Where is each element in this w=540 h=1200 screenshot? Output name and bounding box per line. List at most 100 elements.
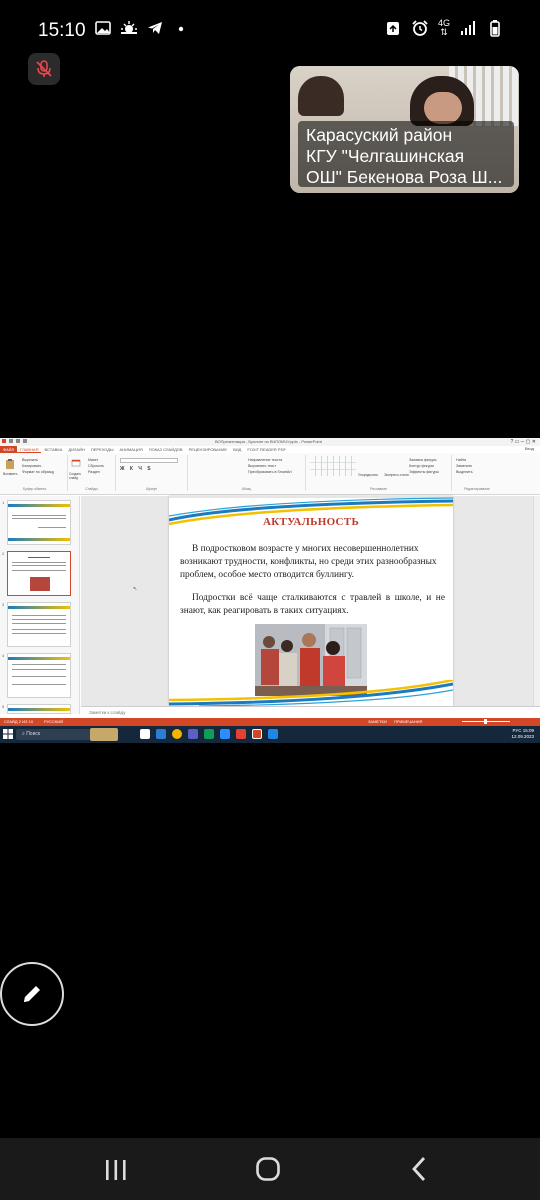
notes-toggle[interactable]: ЗАМЕТКИ bbox=[368, 718, 387, 726]
battery-icon bbox=[490, 20, 500, 37]
home-icon[interactable] bbox=[255, 1156, 281, 1182]
telegram-icon bbox=[148, 22, 162, 34]
tab-home[interactable]: ГЛАВНАЯ bbox=[17, 446, 42, 453]
zoom-icon[interactable] bbox=[220, 729, 230, 739]
paste-button[interactable]: Вставить bbox=[3, 472, 17, 476]
signal-icon bbox=[461, 21, 475, 35]
shape-effects-button[interactable]: Эффекты фигуры bbox=[409, 469, 439, 475]
thumbnail-text-line bbox=[12, 669, 66, 670]
back-icon[interactable] bbox=[410, 1156, 428, 1182]
thumbnail-number: 4 bbox=[2, 653, 5, 658]
thumbnail-number: 5 bbox=[2, 704, 5, 709]
thumbnail-number: 1 bbox=[2, 500, 5, 505]
powerpoint-taskbar-icon[interactable] bbox=[252, 729, 262, 739]
taskbar-weather-widget[interactable] bbox=[90, 728, 118, 741]
teams-icon[interactable] bbox=[188, 729, 198, 739]
ribbon-group-paragraph: Направление текста Выровнять текст Преоб… bbox=[188, 455, 306, 491]
tray-time: 15:09 bbox=[522, 728, 534, 733]
paste-icon[interactable] bbox=[5, 458, 15, 470]
participant-name: Карасуский район КГУ "Челгашинская ОШ" Б… bbox=[306, 125, 503, 187]
slide-thumbnail-selected[interactable] bbox=[7, 551, 71, 596]
slide-paragraph: В подростковом возрасте у многих несовер… bbox=[180, 544, 437, 580]
tab-design[interactable]: ДИЗАЙН bbox=[65, 446, 87, 453]
powerpoint-titlebar: ВОПрезентация - Буллинг по ВЧПОМЧУ.pptx … bbox=[0, 438, 540, 446]
alarm-icon bbox=[412, 20, 428, 36]
thumbnail-text-line bbox=[12, 664, 66, 665]
tab-animation[interactable]: АНИМАЦИЯ bbox=[117, 446, 146, 453]
quick-styles-button[interactable]: Экспресс-стили bbox=[384, 473, 409, 477]
zoom-slider-knob[interactable] bbox=[484, 719, 487, 724]
thumbnail-number: 2 bbox=[2, 551, 5, 556]
pdf-icon[interactable] bbox=[236, 729, 246, 739]
recents-icon[interactable] bbox=[103, 1158, 129, 1182]
new-slide-icon[interactable] bbox=[71, 458, 81, 470]
group-label: Абзац bbox=[241, 487, 252, 491]
tab-insert[interactable]: ВСТАВКА bbox=[41, 446, 65, 453]
slide-thumbnail[interactable] bbox=[7, 704, 71, 714]
edge-icon[interactable] bbox=[156, 729, 166, 739]
windows-taskbar: ⌕ Поиск РУС 15:09 12.09.2023 bbox=[0, 726, 540, 743]
ribbon-tabs: ФАЙЛ ГЛАВНАЯ ВСТАВКА ДИЗАЙН ПЕРЕХОДЫ АНИ… bbox=[0, 446, 540, 453]
tab-slideshow[interactable]: ПОКАЗ СЛАЙДОВ bbox=[146, 446, 186, 453]
slide-notes[interactable]: Заметки к слайду bbox=[81, 706, 540, 718]
annotate-button[interactable] bbox=[0, 962, 64, 1026]
tab-transitions[interactable]: ПЕРЕХОДЫ bbox=[88, 446, 117, 453]
image-icon bbox=[95, 21, 111, 35]
new-slide-button[interactable]: Создать слайд bbox=[69, 472, 85, 480]
format-painter-button[interactable]: Формат по образцу bbox=[22, 469, 54, 475]
task-view-icon[interactable] bbox=[140, 729, 150, 739]
tab-view[interactable]: ВИД bbox=[230, 446, 244, 453]
tab-foxit[interactable]: FOXIT READER PDF bbox=[244, 446, 289, 453]
group-label: Слайды bbox=[85, 487, 98, 491]
participant-figure bbox=[298, 76, 344, 116]
undo-icon[interactable] bbox=[16, 439, 20, 443]
comments-toggle[interactable]: ПРИМЕЧАНИЯ bbox=[394, 718, 422, 726]
thumbnail-band bbox=[8, 504, 70, 507]
save-icon[interactable] bbox=[9, 439, 13, 443]
slide-thumbnail[interactable] bbox=[7, 653, 71, 698]
sign-in-link[interactable]: Вход bbox=[525, 446, 534, 451]
section-button[interactable]: Раздел bbox=[88, 469, 104, 475]
thumbnail-text-line bbox=[12, 684, 66, 685]
window-title: ВОПрезентация - Буллинг по ВЧПОМЧУ.pptx … bbox=[215, 439, 322, 444]
tab-file[interactable]: ФАЙЛ bbox=[0, 446, 18, 453]
current-slide[interactable]: АКТУАЛЬНОСТЬ В подростковом возрасте у м… bbox=[169, 496, 453, 706]
participant-name-box: Карасуский район КГУ "Челгашинская ОШ" Б… bbox=[298, 121, 514, 187]
thumbnail-text-line bbox=[12, 518, 66, 519]
4g-icon: 4G ⇅ bbox=[438, 19, 450, 37]
thumbnail-text-line bbox=[12, 515, 66, 516]
slide-thumbnail[interactable] bbox=[7, 500, 71, 545]
group-label: Буфер обмена bbox=[22, 487, 47, 491]
slide-thumbnail[interactable] bbox=[7, 602, 71, 647]
ribbon-group-editing: Найти Заменить Выделить Редактирование bbox=[452, 455, 502, 491]
font-style-buttons[interactable]: Ж К Ч S bbox=[120, 466, 153, 472]
smartart-button[interactable]: Преобразовать в SmartArt bbox=[248, 469, 292, 475]
chrome-icon[interactable] bbox=[172, 729, 182, 739]
select-button[interactable]: Выделить bbox=[456, 469, 473, 475]
redo-icon[interactable] bbox=[23, 439, 27, 443]
system-tray[interactable]: РУС 15:09 12.09.2023 bbox=[511, 728, 534, 740]
tray-language: РУС bbox=[512, 728, 522, 733]
participant-video-tile[interactable]: Карасуский район КГУ "Челгашинская ОШ" Б… bbox=[290, 66, 519, 193]
ribbon-group-font: Ж К Ч S Шрифт bbox=[116, 455, 188, 491]
mic-muted-button[interactable] bbox=[28, 53, 60, 85]
thumbnail-text-line bbox=[12, 619, 66, 620]
status-left-icons bbox=[94, 19, 190, 37]
slide-canvas: АКТУАЛЬНОСТЬ В подростковом возрасте у м… bbox=[81, 496, 533, 706]
thumbnail-text-line bbox=[12, 570, 66, 571]
ribbon-group-drawing: Упорядочить Экспресс-стили Заливка фигур… bbox=[306, 455, 452, 491]
tray-date: 12.09.2023 bbox=[511, 734, 534, 739]
arrange-button[interactable]: Упорядочить bbox=[358, 473, 378, 477]
app-icon[interactable] bbox=[204, 729, 214, 739]
window-controls[interactable]: ? ▭ ─ ▢ ✕ bbox=[510, 439, 536, 445]
language-indicator: РУССКИЙ bbox=[44, 719, 63, 724]
thumbnail-text-line bbox=[12, 615, 66, 616]
tab-review[interactable]: РЕЦЕНЗИРОВАНИЕ bbox=[186, 446, 230, 453]
font-name-field[interactable] bbox=[120, 458, 178, 463]
thumbnail-band bbox=[8, 606, 70, 609]
windows-start-icon[interactable] bbox=[3, 729, 13, 739]
vertical-scrollbar[interactable] bbox=[533, 496, 540, 706]
app-icon[interactable] bbox=[268, 729, 278, 739]
status-bar: 15:10 4G ⇅ bbox=[0, 0, 540, 60]
recycle-icon bbox=[386, 22, 399, 35]
